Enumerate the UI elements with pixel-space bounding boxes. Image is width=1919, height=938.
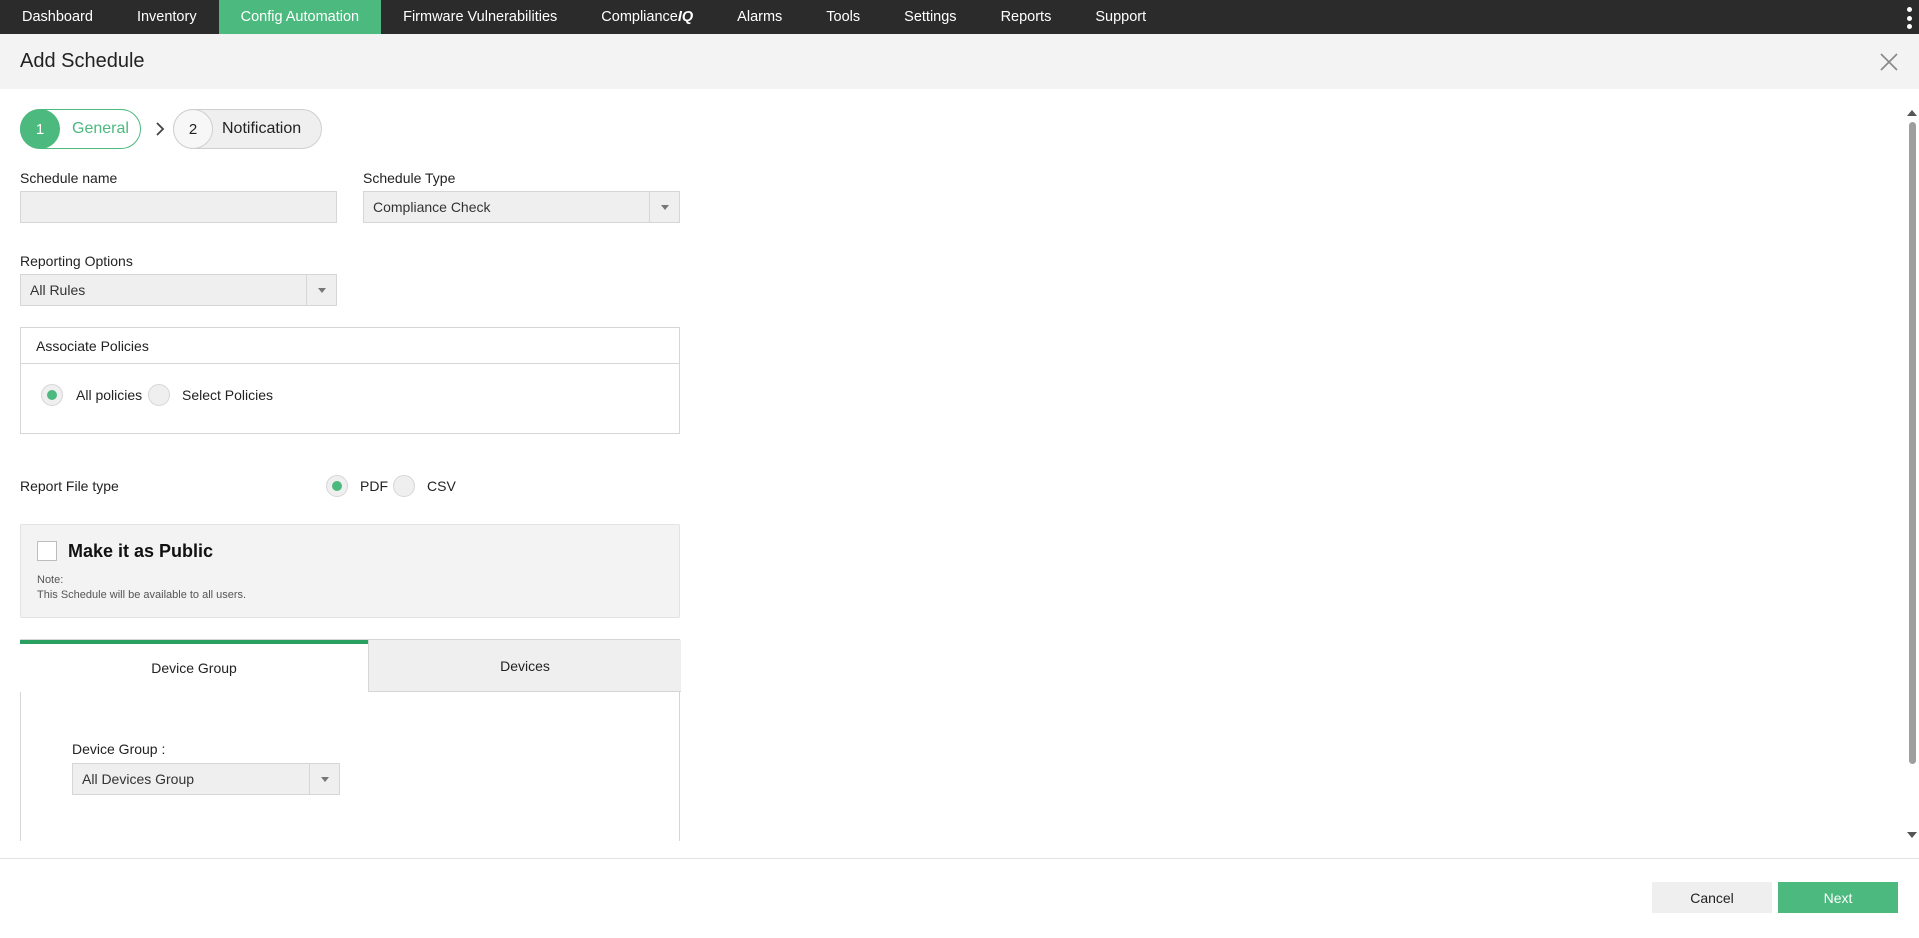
top-nav: Dashboard Inventory Config Automation Fi… [0, 0, 1919, 34]
device-group-label: Device Group : [72, 741, 166, 757]
footer-divider [0, 858, 1919, 859]
step-general-label: General [72, 120, 129, 137]
associate-policies-title: Associate Policies [21, 328, 679, 364]
reporting-options-select[interactable]: All Rules [20, 274, 337, 306]
page-title: Add Schedule [20, 50, 145, 72]
step-notification-label: Notification [222, 120, 302, 137]
caret-down-icon[interactable] [306, 275, 336, 305]
scrollbar-thumb[interactable] [1909, 122, 1916, 764]
nav-reports[interactable]: Reports [979, 0, 1074, 34]
device-group-select[interactable]: All Devices Group [72, 763, 340, 795]
caret-down-icon[interactable] [649, 192, 679, 222]
schedule-type-select[interactable]: Compliance Check [363, 191, 680, 223]
associate-policies-panel: Associate Policies All policies Select P… [20, 327, 680, 434]
next-button[interactable]: Next [1778, 882, 1898, 913]
note-title: Note: [37, 574, 64, 586]
tab-device-group[interactable]: Device Group [20, 640, 368, 692]
report-file-type-label: Report File type [20, 478, 119, 494]
nav-inventory[interactable]: Inventory [115, 0, 219, 34]
device-group-value: All Devices Group [82, 771, 195, 787]
step-general[interactable]: 1 General [20, 109, 141, 149]
make-public-box: Make it as Public Note: This Schedule wi… [20, 524, 680, 618]
nav-compliance-label: Compliance [601, 9, 678, 25]
nav-firmware-vulnerabilities[interactable]: Firmware Vulnerabilities [381, 0, 579, 34]
schedule-type-value: Compliance Check [373, 199, 491, 215]
make-public-checkbox[interactable] [37, 541, 57, 561]
pdf-label: PDF [360, 478, 388, 494]
scroll-up-arrow[interactable] [1907, 110, 1917, 116]
step-general-number: 1 [20, 109, 60, 149]
radio-pdf[interactable] [326, 475, 348, 497]
step-notification-number: 2 [173, 109, 213, 149]
csv-label: CSV [427, 478, 456, 494]
nav-alarms[interactable]: Alarms [715, 0, 804, 34]
nav-config-automation[interactable]: Config Automation [218, 0, 382, 34]
nav-tools[interactable]: Tools [804, 0, 882, 34]
schedule-type-label: Schedule Type [363, 170, 456, 186]
radio-all-policies[interactable] [41, 384, 63, 406]
radio-select-policies[interactable] [148, 384, 170, 406]
step-notification[interactable]: 2 Notification [173, 109, 322, 149]
nav-settings[interactable]: Settings [882, 0, 978, 34]
device-tabs-box: Device Group Devices Device Group : All … [20, 639, 681, 841]
nav-compliance-iq[interactable]: Compliance IQ [579, 0, 715, 34]
reporting-options-label: Reporting Options [20, 253, 133, 269]
dialog-header: Add Schedule [0, 34, 1919, 89]
all-policies-label: All policies [76, 387, 143, 403]
schedule-name-label: Schedule name [20, 170, 118, 186]
make-public-note: Note: This Schedule will be available to… [37, 573, 246, 603]
reporting-options-value: All Rules [30, 282, 86, 298]
more-vertical-icon[interactable] [1907, 7, 1913, 29]
select-policies-label: Select Policies [182, 387, 274, 403]
tab-devices[interactable]: Devices [368, 640, 681, 692]
schedule-name-input[interactable] [20, 191, 337, 223]
nav-compliance-iq-suffix: IQ [677, 9, 694, 25]
caret-down-icon[interactable] [309, 764, 339, 794]
scroll-down-arrow[interactable] [1907, 832, 1917, 838]
nav-dashboard[interactable]: Dashboard [0, 0, 115, 34]
radio-csv[interactable] [393, 475, 415, 497]
cancel-button[interactable]: Cancel [1652, 882, 1772, 913]
nav-support[interactable]: Support [1073, 0, 1168, 34]
chevron-right-icon [156, 122, 165, 136]
note-text: This Schedule will be available to all u… [37, 589, 247, 601]
make-public-label: Make it as Public [68, 541, 214, 561]
close-icon[interactable] [1879, 52, 1899, 72]
